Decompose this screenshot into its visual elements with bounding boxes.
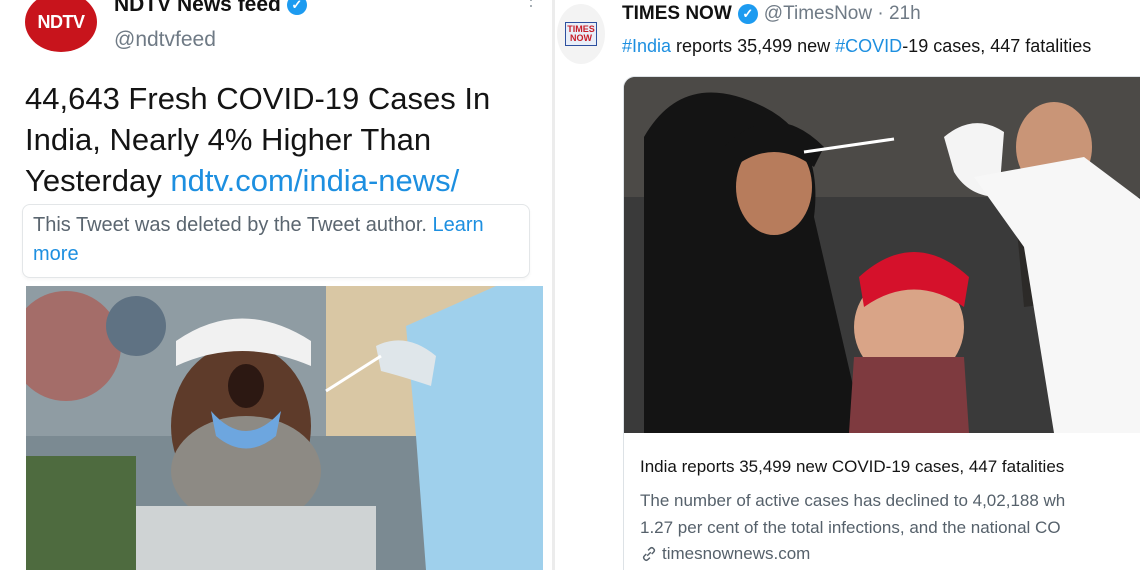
ndtv-display-name-row: NDTV News feed ✓ — [114, 0, 307, 17]
verified-badge-icon: ✓ — [286, 0, 307, 15]
ndtv-tweet-text: 44,643 Fresh COVID-19 Cases In India, Ne… — [25, 78, 540, 201]
card-description: The number of active cases has declined … — [640, 487, 1140, 541]
link-preview-card[interactable]: India reports 35,499 new COVID-19 cases,… — [623, 76, 1140, 570]
timesnow-avatar[interactable]: TIMES NOW — [557, 4, 605, 64]
card-domain[interactable]: timesnownews.com — [640, 544, 810, 564]
ndtv-logo: NDTV — [37, 11, 86, 32]
card-description-line-2: 1.27 per cent of the total infections, a… — [640, 518, 1061, 537]
verified-badge-icon: ✓ — [737, 4, 758, 24]
deleted-notice-text: This Tweet was deleted by the Tweet auth… — [33, 214, 427, 236]
timesnow-tweet: TIMES NOW TIMES NOW ✓ @TimesNow · 21h #I… — [555, 0, 1140, 570]
covid-test-photo-left — [26, 286, 543, 570]
tweet-text-part-1: reports 35,499 new — [671, 36, 836, 56]
tweet-text-part-2: -19 cases, 447 fatalities — [902, 36, 1092, 56]
deleted-tweet-notice: This Tweet was deleted by the Tweet auth… — [22, 204, 530, 278]
ndtv-tweet: NDTV NDTV News feed ✓ @ndtvfeed ·· 44,64… — [0, 0, 552, 570]
timesnow-logo: TIMES NOW — [565, 22, 597, 46]
ndtv-display-name[interactable]: NDTV News feed — [114, 0, 281, 17]
timesnow-handle-time[interactable]: @TimesNow · 21h — [764, 3, 921, 25]
hashtag-india[interactable]: #India — [622, 36, 671, 56]
card-photo — [624, 77, 1140, 433]
timesnow-tweet-text: #India reports 35,499 new #COVID-19 case… — [622, 36, 1091, 57]
link-icon — [642, 546, 656, 562]
ndtv-avatar[interactable]: NDTV — [25, 0, 97, 52]
card-title: India reports 35,499 new COVID-19 cases,… — [640, 457, 1065, 476]
timesnow-display-name[interactable]: TIMES NOW — [622, 3, 732, 25]
ndtv-tweet-photo[interactable] — [26, 286, 543, 570]
card-description-line-1: The number of active cases has declined … — [640, 491, 1066, 510]
ndtv-handle[interactable]: @ndtvfeed — [114, 28, 216, 52]
timesnow-header: TIMES NOW ✓ @TimesNow · 21h — [622, 3, 921, 25]
ndtv-headline-link[interactable]: ndtv.com/india-news/ — [170, 163, 459, 198]
hashtag-covid[interactable]: #COVID — [835, 36, 902, 56]
card-domain-text: timesnownews.com — [662, 544, 811, 563]
covid-test-photo-right — [624, 77, 1140, 433]
more-vertical-icon[interactable]: ·· — [528, 0, 534, 14]
